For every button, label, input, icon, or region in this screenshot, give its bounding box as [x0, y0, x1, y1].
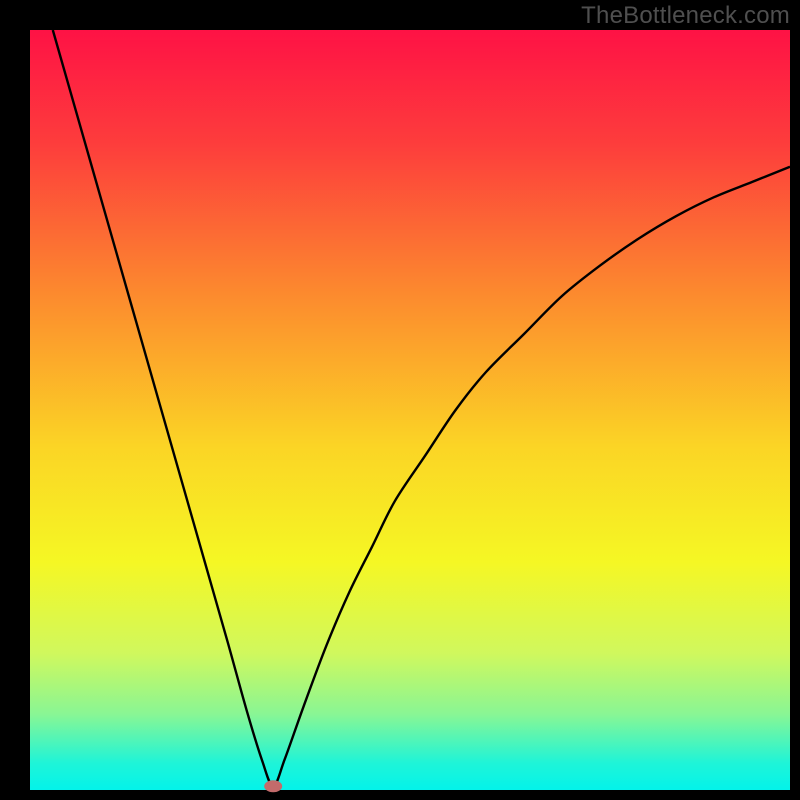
chart-container: TheBottleneck.com [0, 0, 800, 800]
minimum-marker [264, 780, 282, 792]
plot-background [30, 30, 790, 790]
chart-svg [0, 0, 800, 800]
